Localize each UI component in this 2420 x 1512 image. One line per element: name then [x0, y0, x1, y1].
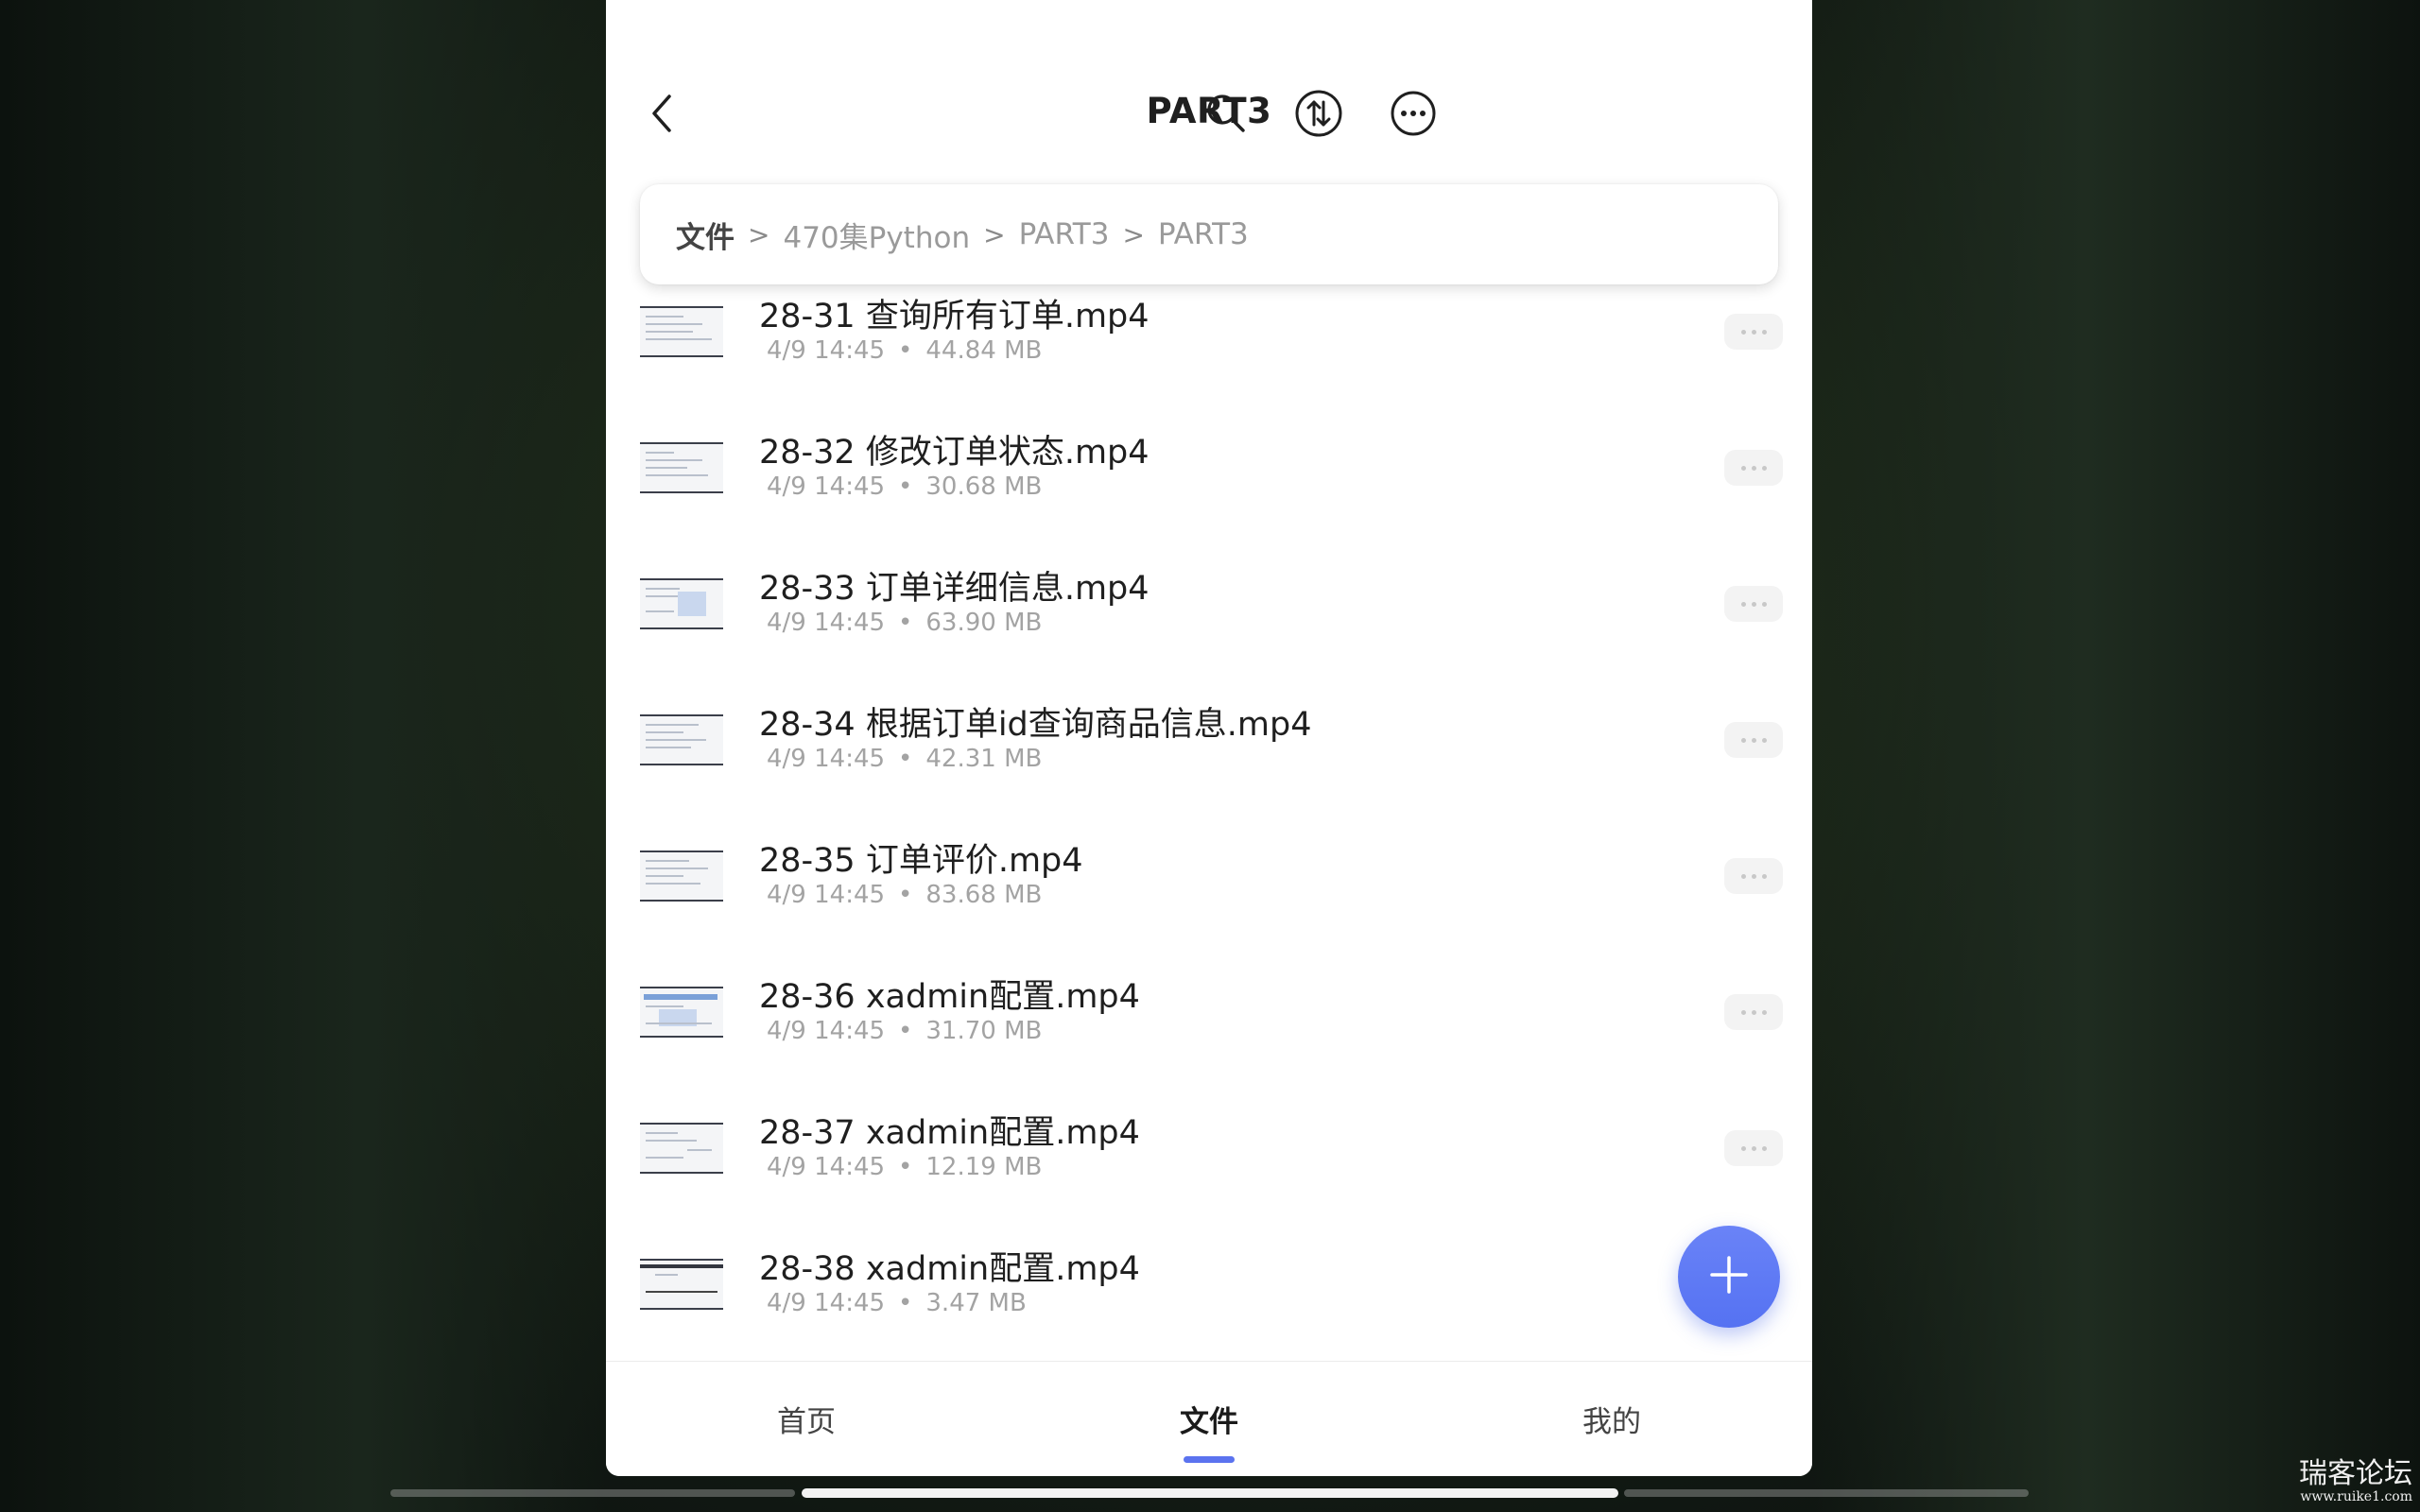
file-name: 28-32 修改订单状态.mp4: [759, 434, 1150, 472]
list-item[interactable]: 28-38 xadmin配置.mp4 4/9 14:45 • 3.47 MB: [606, 1225, 1812, 1361]
file-date: 4/9 14:45: [767, 336, 886, 365]
background-left: [0, 0, 605, 1512]
video-thumbnail: [640, 1259, 723, 1310]
file-more-button[interactable]: [1724, 586, 1783, 622]
file-date: 4/9 14:45: [767, 609, 886, 637]
watermark: 瑞客论坛 www.ruike1.com: [2299, 1457, 2412, 1505]
file-name: 28-35 订单评价.mp4: [759, 842, 1083, 880]
list-item[interactable]: 28-37 xadmin配置.mp4 4/9 14:45 • 12.19 MB: [606, 1089, 1812, 1225]
sort-arrows-icon: [1294, 89, 1343, 142]
background-right: [1815, 0, 2420, 1512]
plus-icon: [1708, 1254, 1750, 1299]
more-horizontal-icon: [1740, 1009, 1767, 1015]
sort-button[interactable]: [1290, 87, 1347, 144]
file-list: 28-31 查询所有订单.mp4 4/9 14:45 • 44.84 MB 28-3…: [606, 284, 1812, 1359]
breadcrumb-item[interactable]: 470集Python: [783, 214, 970, 256]
file-date: 4/9 14:45: [767, 881, 886, 909]
nav-tab-home[interactable]: 首页: [731, 1398, 882, 1440]
file-name: 28-37 xadmin配置.mp4: [759, 1114, 1140, 1152]
breadcrumb-separator: >: [983, 218, 1006, 250]
file-name: 28-36 xadmin配置.mp4: [759, 978, 1140, 1016]
file-name: 28-31 查询所有订单.mp4: [759, 298, 1150, 335]
more-horizontal-icon: [1390, 90, 1437, 141]
search-button[interactable]: [1198, 87, 1254, 144]
file-date: 4/9 14:45: [767, 1153, 886, 1181]
video-thumbnail: [640, 442, 723, 493]
video-thumbnail: [640, 850, 723, 902]
nav-tab-mine[interactable]: 我的: [1536, 1398, 1687, 1440]
file-name: 28-33 订单详细信息.mp4: [759, 570, 1150, 608]
more-horizontal-icon: [1740, 873, 1767, 879]
file-more-button[interactable]: [1724, 450, 1783, 486]
more-options-button[interactable]: [1385, 87, 1442, 144]
more-horizontal-icon: [1740, 737, 1767, 743]
file-size: 3.47 MB: [925, 1289, 1027, 1317]
background-divider: [1624, 1489, 2029, 1497]
file-size: 63.90 MB: [925, 609, 1043, 637]
app-window: PART3 文件 > 470集Python > PART3 > PART3 28…: [606, 0, 1812, 1476]
file-size: 12.19 MB: [925, 1153, 1043, 1181]
watermark-url: www.ruike1.com: [2300, 1489, 2412, 1504]
bottom-navigation: 首页 文件 我的: [606, 1361, 1812, 1476]
file-date: 4/9 14:45: [767, 472, 886, 501]
more-horizontal-icon: [1740, 465, 1767, 471]
list-item[interactable]: 28-31 查询所有订单.mp4 4/9 14:45 • 44.84 MB: [606, 272, 1812, 408]
more-horizontal-icon: [1740, 1145, 1767, 1151]
file-more-button[interactable]: [1724, 722, 1783, 758]
video-thumbnail: [640, 714, 723, 765]
active-tab-indicator: [1184, 1456, 1235, 1463]
video-thumbnail: [640, 306, 723, 357]
file-date: 4/9 14:45: [767, 1289, 886, 1317]
file-size: 31.70 MB: [925, 1017, 1043, 1045]
breadcrumb-separator: >: [1122, 218, 1145, 250]
file-more-button[interactable]: [1724, 1130, 1783, 1166]
list-item[interactable]: 28-34 根据订单id查询商品信息.mp4 4/9 14:45 • 42.31 M…: [606, 680, 1812, 816]
breadcrumb-item-current[interactable]: PART3: [1158, 217, 1249, 251]
more-horizontal-icon: [1740, 329, 1767, 335]
file-meta: 4/9 14:45 • 44.84 MB: [767, 336, 1043, 365]
watermark-title: 瑞客论坛: [2299, 1457, 2412, 1490]
file-meta: 4/9 14:45 • 31.70 MB: [767, 1017, 1043, 1045]
file-meta: 4/9 14:45 • 42.31 MB: [767, 745, 1043, 773]
more-horizontal-icon: [1740, 601, 1767, 607]
file-name: 28-34 根据订单id查询商品信息.mp4: [759, 706, 1312, 744]
file-more-button[interactable]: [1724, 994, 1783, 1030]
file-more-button[interactable]: [1724, 858, 1783, 894]
list-item[interactable]: 28-35 订单评价.mp4 4/9 14:45 • 83.68 MB: [606, 816, 1812, 953]
file-date: 4/9 14:45: [767, 1017, 886, 1045]
file-meta: 4/9 14:45 • 63.90 MB: [767, 609, 1043, 637]
home-indicator[interactable]: [802, 1488, 1618, 1498]
breadcrumb: 文件 > 470集Python > PART3 > PART3: [640, 184, 1778, 284]
video-thumbnail: [640, 1123, 723, 1174]
breadcrumb-item[interactable]: PART3: [1019, 217, 1110, 251]
add-button[interactable]: [1678, 1226, 1780, 1328]
file-size: 44.84 MB: [925, 336, 1043, 365]
search-icon: [1204, 92, 1248, 139]
file-size: 42.31 MB: [925, 745, 1043, 773]
video-thumbnail: [640, 578, 723, 629]
file-meta: 4/9 14:45 • 3.47 MB: [767, 1289, 1027, 1317]
file-meta: 4/9 14:45 • 12.19 MB: [767, 1153, 1043, 1181]
file-name: 28-38 xadmin配置.mp4: [759, 1250, 1140, 1288]
file-more-button[interactable]: [1724, 314, 1783, 350]
file-meta: 4/9 14:45 • 30.68 MB: [767, 472, 1043, 501]
background-divider: [390, 1489, 795, 1497]
file-size: 30.68 MB: [925, 472, 1043, 501]
list-item[interactable]: 28-33 订单详细信息.mp4 4/9 14:45 • 63.90 MB: [606, 544, 1812, 680]
list-item[interactable]: 28-32 修改订单状态.mp4 4/9 14:45 • 30.68 MB: [606, 408, 1812, 544]
breadcrumb-separator: >: [748, 218, 770, 250]
top-bar: PART3: [606, 0, 1812, 180]
list-item[interactable]: 28-36 xadmin配置.mp4 4/9 14:45 • 31.70 MB: [606, 953, 1812, 1089]
file-size: 83.68 MB: [925, 881, 1043, 909]
file-date: 4/9 14:45: [767, 745, 886, 773]
breadcrumb-root[interactable]: 文件: [676, 214, 735, 256]
nav-tab-files[interactable]: 文件: [1133, 1398, 1285, 1440]
file-meta: 4/9 14:45 • 83.68 MB: [767, 881, 1043, 909]
video-thumbnail: [640, 987, 723, 1038]
